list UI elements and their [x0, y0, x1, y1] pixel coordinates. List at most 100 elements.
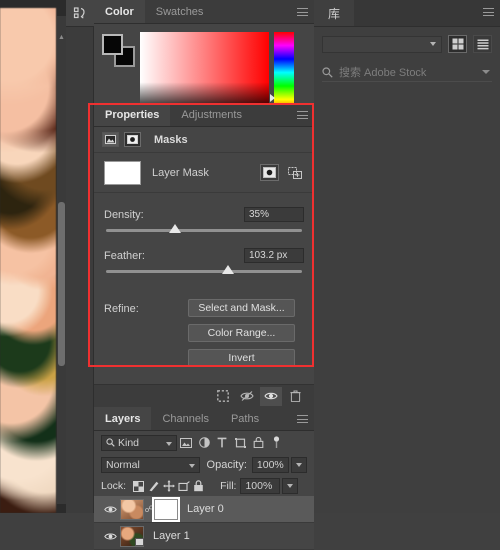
lock-image-pixels-icon[interactable] [146, 480, 161, 492]
fill-label: Fill: [220, 480, 237, 492]
filter-type-icon[interactable] [213, 437, 231, 448]
fill-value: 100% [245, 480, 273, 492]
feather-slider-thumb[interactable] [221, 265, 234, 274]
fill-value-field[interactable]: 100% [240, 478, 281, 494]
pixel-mask-icon[interactable] [102, 132, 119, 147]
add-mask-icon[interactable] [285, 164, 304, 181]
tab-layers[interactable]: Layers [94, 407, 152, 430]
layer-filter-row: Kind [94, 431, 314, 454]
tab-properties[interactable]: Properties [94, 103, 171, 126]
search-icon [106, 438, 115, 447]
lock-transparent-pixels-icon[interactable] [131, 480, 146, 492]
density-slider-track[interactable] [106, 224, 302, 233]
tab-channels[interactable]: Channels [151, 407, 219, 430]
color-panel-menu-icon[interactable] [297, 8, 308, 16]
filter-pixel-icon[interactable] [177, 437, 195, 448]
lock-position-icon[interactable] [161, 480, 176, 492]
hue-strip[interactable] [274, 32, 294, 113]
toggle-mask-visibility-icon[interactable] [260, 386, 282, 406]
vector-mask-icon[interactable] [124, 132, 141, 147]
collapsed-panel-rail[interactable] [66, 0, 94, 513]
refine-section: Refine: Select and Mask... Color Range..… [94, 295, 314, 384]
density-label: Density: [104, 208, 144, 221]
stock-search-placeholder: 搜索 Adobe Stock [339, 67, 427, 79]
filter-shape-icon[interactable] [231, 437, 249, 448]
feather-slider-track[interactable] [106, 265, 302, 274]
libraries-panel-body: 搜索 Adobe Stock [314, 27, 500, 90]
color-range-button[interactable]: Color Range... [188, 324, 295, 342]
load-selection-icon[interactable] [212, 387, 234, 406]
history-panel-icon[interactable] [66, 0, 94, 27]
masks-header: Masks [94, 127, 314, 153]
apply-mask-icon[interactable] [236, 387, 258, 406]
canvas-vertical-scrollbar[interactable]: ▲ [57, 16, 66, 504]
layer-thumbnail[interactable] [120, 498, 144, 520]
chevron-down-icon[interactable] [482, 70, 490, 74]
color-panel: Color Swatches [94, 0, 314, 113]
feather-value-field[interactable]: 103.2 px [244, 248, 304, 263]
density-slider-group: Density: 35% [104, 207, 304, 233]
tab-swatches[interactable]: Swatches [145, 0, 215, 23]
canvas-photo [0, 8, 56, 513]
document-canvas[interactable]: ▲ [0, 0, 66, 513]
lock-label: Lock: [101, 480, 127, 492]
layer-mask-thumbnail[interactable] [104, 160, 141, 185]
layer-name: Layer 0 [187, 503, 224, 515]
grid-view-icon[interactable] [448, 35, 467, 53]
chevron-down-icon[interactable] [296, 463, 302, 467]
tab-color[interactable]: Color [94, 0, 145, 23]
properties-panel-menu-icon[interactable] [297, 111, 308, 119]
table-row[interactable]: ☍ Layer 0 [94, 496, 314, 523]
libraries-panel-menu-icon[interactable] [483, 8, 494, 16]
filter-kind-select[interactable]: Kind [101, 434, 177, 451]
lock-all-icon[interactable] [191, 480, 206, 492]
list-view-icon[interactable] [473, 35, 492, 53]
blend-mode-select[interactable]: Normal [101, 457, 200, 473]
color-picker-field[interactable] [140, 32, 269, 113]
layer-visibility-icon[interactable] [100, 505, 120, 514]
refine-label: Refine: [104, 303, 139, 315]
filter-adjustment-icon[interactable] [195, 437, 213, 448]
chevron-down-icon[interactable] [430, 42, 436, 46]
layer-mask-row: Layer Mask [94, 153, 314, 193]
canvas-scrollbar-thumb[interactable] [58, 202, 65, 366]
density-slider-thumb[interactable] [168, 224, 181, 233]
refine-button-group: Select and Mask... Color Range... Invert [188, 299, 304, 374]
tab-libraries[interactable]: 库 [314, 0, 354, 26]
feather-label: Feather: [104, 249, 145, 262]
layers-panel: Layers Channels Paths Kind Normal Opacit… [94, 407, 314, 550]
tab-channels-label: Channels [162, 412, 209, 425]
layers-panel-menu-icon[interactable] [297, 415, 308, 423]
stock-search-field[interactable]: 搜索 Adobe Stock [322, 63, 492, 82]
mask-sliders: Density: 35% Feather: 103.2 px [94, 193, 314, 295]
layer-mask-label: Layer Mask [152, 166, 209, 179]
tab-paths[interactable]: Paths [220, 407, 270, 430]
color-swatches[interactable] [102, 34, 136, 67]
opacity-value-field[interactable]: 100% [251, 457, 289, 473]
opacity-stepper[interactable] [291, 457, 307, 473]
tab-color-label: Color [105, 5, 134, 18]
layer-thumbnail[interactable] [120, 525, 144, 547]
invert-button[interactable]: Invert [188, 349, 295, 367]
filter-toggle-icon[interactable] [267, 436, 285, 449]
foreground-color-swatch[interactable] [102, 34, 123, 55]
chevron-down-icon[interactable] [188, 464, 195, 468]
density-value-field[interactable]: 35% [244, 207, 304, 222]
delete-mask-icon[interactable] [284, 387, 306, 406]
hue-strip-marker[interactable] [270, 94, 275, 102]
table-row[interactable]: Layer 1 [94, 523, 314, 550]
select-pixel-mask-icon[interactable] [260, 164, 279, 181]
chevron-down-icon[interactable] [287, 484, 294, 488]
libraries-toolbar [322, 35, 492, 53]
library-select[interactable] [322, 35, 442, 53]
layer-mask-thumbnail[interactable] [152, 496, 180, 522]
scroll-up-arrow-icon[interactable]: ▲ [58, 34, 65, 42]
select-and-mask-button[interactable]: Select and Mask... [188, 299, 295, 317]
layer-visibility-icon[interactable] [100, 532, 120, 541]
fill-stepper[interactable] [282, 478, 299, 494]
opacity-label: Opacity: [206, 459, 247, 471]
tab-adjustments[interactable]: Adjustments [170, 103, 253, 126]
lock-artboard-icon[interactable] [176, 480, 191, 492]
chevron-down-icon[interactable] [166, 441, 172, 446]
filter-smart-object-icon[interactable] [249, 437, 267, 448]
